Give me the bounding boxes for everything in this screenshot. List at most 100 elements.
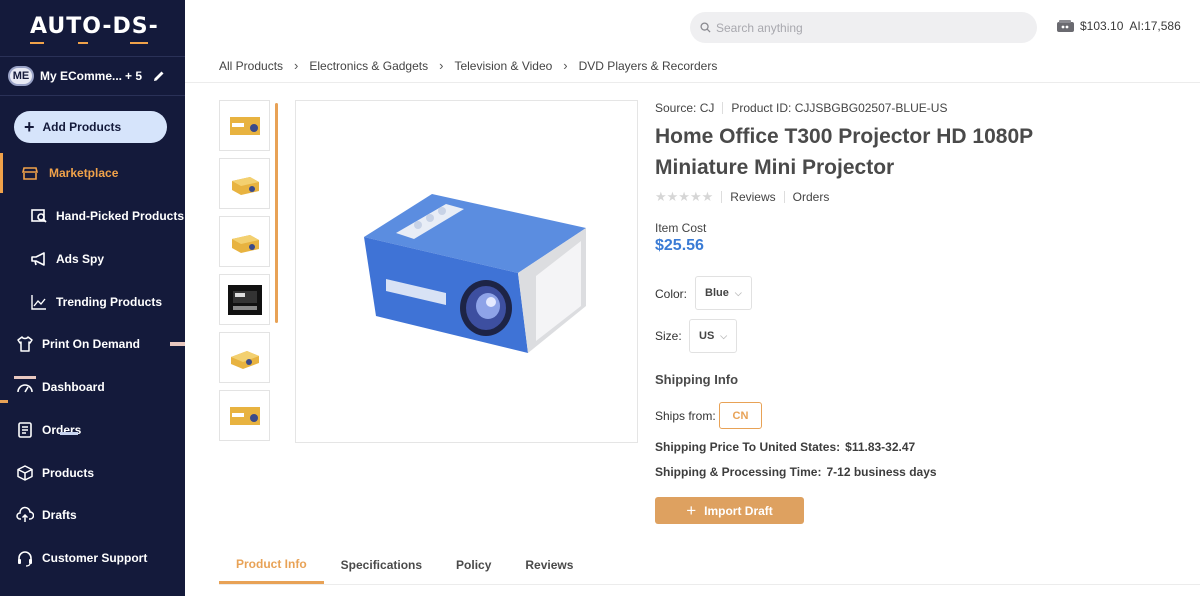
divider [721, 191, 723, 203]
sidebar-item-print-on-demand[interactable]: Print On Demand [0, 324, 185, 364]
ships-from-option[interactable]: CN [719, 402, 762, 429]
size-value: US [699, 330, 715, 342]
search-icon [700, 22, 711, 33]
shipping-time-label: Shipping & Processing Time: [655, 465, 822, 479]
chevron-right-icon: › [294, 58, 299, 73]
headset-icon [18, 551, 32, 567]
tab-reviews[interactable]: Reviews [508, 546, 590, 584]
color-select[interactable]: Blue ⌵ [695, 276, 752, 310]
import-draft-label: Import Draft [704, 503, 773, 518]
color-label: Color: [655, 287, 688, 301]
breadcrumb-item[interactable]: Television & Video [454, 59, 552, 73]
sidebar-item-label: Trending Products [56, 295, 163, 309]
sidebar-item-trending[interactable]: Trending Products [0, 282, 185, 322]
product-rating: ★★★★★ Reviews Orders [655, 189, 829, 205]
sidebar-item-dashboard[interactable]: Dashboard [0, 367, 185, 407]
pencil-icon[interactable] [153, 70, 165, 82]
search-input[interactable] [716, 20, 1016, 35]
sidebar-item-label: Hand-Picked Products [56, 209, 185, 223]
color-value: Blue [705, 287, 729, 299]
store-icon [21, 167, 39, 180]
product-title: Home Office T300 Projector HD 1080P Mini… [655, 125, 1033, 179]
size-select[interactable]: US ⌵ [689, 319, 738, 353]
shirt-icon [17, 336, 33, 352]
balance-amount: $103.10 [1080, 19, 1124, 33]
sidebar-item-products[interactable]: Products [0, 453, 185, 493]
breadcrumb-item[interactable]: DVD Players & Recorders [579, 59, 718, 73]
megaphone-icon [31, 252, 45, 266]
product-thumbnail[interactable] [219, 216, 270, 267]
projector-thumbnail-icon [229, 116, 260, 135]
sidebar-indicator [0, 400, 8, 403]
shipping-time-value: 7-12 business days [826, 465, 937, 479]
import-draft-button[interactable]: + Import Draft [655, 497, 804, 524]
sidebar-item-orders[interactable]: Orders [0, 410, 185, 450]
projector-thumbnail-icon [231, 234, 259, 253]
breadcrumb-item[interactable]: All Products [219, 59, 283, 73]
shipping-price: Shipping Price To United States: $11.83-3… [655, 440, 915, 454]
autods-logo[interactable]: AUTO-DS- [30, 14, 159, 39]
search-bar[interactable] [690, 12, 1037, 43]
star-rating-icon: ★★★★★ [655, 189, 714, 204]
balance-display[interactable]: $103.10 AI:17,586 [1056, 19, 1181, 33]
tab-policy[interactable]: Policy [439, 546, 508, 584]
sidebar-item-label: Customer Support [42, 551, 148, 565]
sidebar-item-hand-picked[interactable]: Hand-Picked Products [0, 196, 185, 236]
sidebar: AUTO-DS- ME My EComme... + 5 + Add Produ… [0, 0, 185, 596]
reviews-link[interactable]: Reviews [730, 190, 775, 204]
sidebar-item-customer-support[interactable]: Customer Support [0, 538, 185, 578]
chevron-down-icon: ⌵ [734, 287, 742, 298]
sidebar-item-label: Drafts [42, 508, 77, 522]
shipping-price-label: Shipping Price To United States: [655, 440, 841, 454]
product-thumbnail[interactable] [219, 332, 270, 383]
product-id: Product ID: CJJSBGBG02507-BLUE-US [731, 101, 948, 115]
projector-image-icon [364, 194, 586, 353]
product-thumbnail[interactable] [219, 100, 270, 151]
store-selector[interactable]: ME My EComme... + 5 [0, 56, 185, 96]
gauge-icon [17, 384, 33, 393]
sidebar-indicator [14, 376, 36, 379]
divider [783, 191, 785, 203]
size-label: Size: [655, 329, 682, 343]
sidebar-item-label: Ads Spy [56, 252, 105, 266]
add-products-button[interactable]: + Add Products [14, 111, 167, 143]
store-name: My EComme... [40, 69, 123, 83]
product-thumbnail[interactable] [219, 274, 270, 325]
divider [185, 82, 1200, 83]
hand-picked-icon [31, 209, 47, 223]
plus-icon: + [24, 117, 35, 137]
item-price: $25.56 [655, 237, 704, 254]
chevron-right-icon: › [439, 58, 444, 73]
ai-credits: AI:17,586 [1129, 19, 1181, 33]
product-meta: Source: CJ Product ID: CJJSBGBG02507-BLU… [655, 101, 947, 115]
divider [219, 584, 1200, 585]
add-products-label: Add Products [42, 120, 122, 134]
tab-specifications[interactable]: Specifications [324, 546, 439, 584]
item-cost-label: Item Cost [655, 221, 707, 235]
tab-product-info[interactable]: Product Info [219, 546, 324, 584]
product-thumbnail[interactable] [219, 390, 270, 441]
divider [722, 102, 724, 114]
thumbnail-scrollbar[interactable] [275, 103, 278, 323]
sidebar-item-ads-spy[interactable]: Ads Spy [0, 239, 185, 279]
product-main-image[interactable] [295, 100, 638, 443]
sidebar-item-drafts[interactable]: Drafts [0, 495, 185, 535]
breadcrumb-item[interactable]: Electronics & Gadgets [309, 59, 428, 73]
sidebar-indicator [60, 432, 78, 435]
shipping-info-title: Shipping Info [655, 372, 739, 387]
orders-link[interactable]: Orders [793, 190, 830, 204]
shipping-time: Shipping & Processing Time: 7-12 business… [655, 465, 937, 479]
sidebar-item-label: Print On Demand [42, 337, 141, 351]
sidebar-item-marketplace[interactable]: Marketplace [0, 153, 185, 193]
trend-chart-icon [31, 295, 46, 310]
sidebar-item-label: Marketplace [49, 166, 119, 180]
product-tabs: Product Info Specifications Policy Revie… [219, 546, 590, 584]
product-thumbnail[interactable] [219, 158, 270, 209]
chevron-down-icon: ⌵ [720, 330, 728, 341]
sidebar-item-label: Dashboard [42, 380, 105, 394]
projector-thumbnail-icon [227, 284, 262, 315]
projector-thumbnail-icon [231, 176, 259, 195]
clipboard-icon [18, 422, 32, 438]
store-avatar: ME [8, 66, 34, 86]
wallet-icon [1057, 20, 1074, 32]
